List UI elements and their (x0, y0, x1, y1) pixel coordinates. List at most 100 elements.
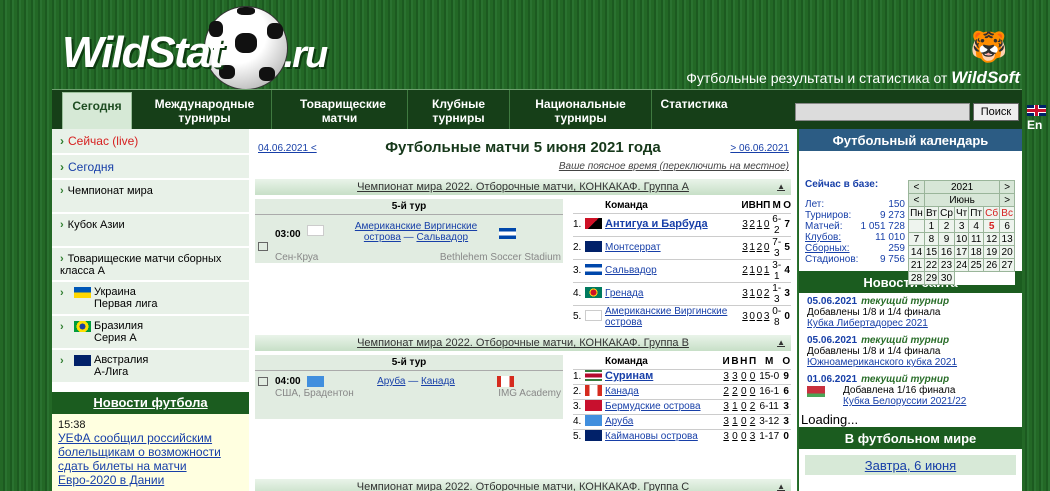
match-time: 04:00 (275, 376, 301, 387)
table-row[interactable]: 5. Каймановы острова 3 0 0 3 1-17 0 (573, 428, 791, 444)
collapse-icon[interactable]: ▲ (777, 479, 785, 491)
tomorrow-link[interactable]: Завтра, 6 июня (805, 455, 1016, 475)
tab-today[interactable]: Сегодня (62, 92, 132, 131)
tournament-header[interactable]: Чемпионат мира 2022. Отборочные матчи, К… (255, 335, 791, 351)
table-row[interactable]: 4. Гренада 3 1 0 2 1-3 3 (573, 281, 791, 305)
site-logo[interactable]: WildStat .ru (62, 28, 328, 78)
standings-table: Команда И В Н П М О 1. Антигуа и Барбуда 3 2 1 0 6-2… (573, 200, 791, 328)
right-sidebar: Футбольный календарь Сейчас в базе: Лет:… (799, 129, 1022, 491)
belarus-flag-icon (807, 386, 825, 397)
salvador-flag-icon (585, 263, 602, 275)
site-header: WildStat .ru 🐯 Футбольные результаты и ст… (0, 0, 1050, 92)
chevron-right-icon: › (60, 287, 64, 299)
tab-club[interactable]: Клубные турниры (408, 90, 510, 130)
prev-month-button[interactable]: < (908, 193, 925, 207)
language-switch[interactable]: En (1027, 104, 1049, 132)
site-news-item[interactable]: 05.06.2021 текущий турнир Добавлены 1/8 и… (799, 332, 1022, 371)
aruba-flag-icon (585, 414, 602, 426)
calendar-title: Футбольный календарь (799, 129, 1022, 151)
cayman-flag-icon (585, 429, 602, 441)
table-row[interactable]: 3. Бермудские острова 3 1 0 2 6-11 3 (573, 398, 791, 414)
salvador-flag-icon (499, 228, 516, 239)
usvi-flag-icon (585, 309, 602, 321)
sidebar-item-asian-cup[interactable]: › Кубок Азии (52, 214, 249, 248)
chevron-right-icon: › (60, 160, 64, 174)
tournament-header[interactable]: Чемпионат мира 2022. Отборочные матчи, К… (255, 179, 791, 195)
calendar-week[interactable]: 7 8 9 10 11 12 13 (908, 232, 1015, 246)
search-input[interactable] (795, 103, 970, 121)
tab-national[interactable]: Национальные турниры (510, 90, 652, 130)
search-button[interactable]: Поиск (973, 103, 1019, 121)
tab-statistics[interactable]: Статистика (652, 90, 736, 130)
collapse-icon[interactable]: ▲ (777, 335, 785, 351)
site-news-item[interactable]: 01.06.2021 текущий турнир Добавлена 1/16 … (799, 371, 1022, 410)
next-year-button[interactable]: > (999, 180, 1015, 194)
table-row[interactable]: 2. Монтсеррат 3 1 2 0 7-3 5 (573, 235, 791, 259)
match-teams[interactable]: Американские Виргинские острова — Сальва… (337, 221, 495, 243)
match-time: 03:00 (275, 229, 301, 240)
tab-international[interactable]: Международные турниры (138, 90, 272, 130)
collapse-icon[interactable]: ▲ (777, 179, 785, 195)
sidebar-item-brazil[interactable]: › Бразилия Серия A (52, 316, 249, 350)
football-news-title[interactable]: Новости футбола (52, 392, 249, 414)
table-row[interactable]: 1. Суринам 3 3 0 0 15-0 9 (573, 368, 791, 384)
next-date-link[interactable]: > 06.06.2021 (730, 143, 789, 154)
table-row[interactable]: 2. Канада 2 2 0 0 16-1 6 (573, 383, 791, 399)
montserrat-flag-icon (585, 240, 602, 252)
antigua-flag-icon (585, 217, 602, 229)
match-place: Сен-Круа (275, 252, 319, 263)
chevron-right-icon: › (60, 355, 64, 367)
site-news-item[interactable]: 05.06.2021 текущий турнир Добавлены 1/8 и… (799, 293, 1022, 332)
sidebar-item-ukraine[interactable]: › Украина Первая лига (52, 282, 249, 316)
aruba-flag-icon (307, 376, 324, 387)
match-teams[interactable]: Аруба — Канада (337, 376, 495, 387)
calendar-week[interactable]: 28 29 30 (908, 271, 1015, 285)
next-month-button[interactable]: > (999, 193, 1015, 207)
suriname-flag-icon (585, 369, 602, 381)
match-place: США, Брадентон (275, 388, 354, 399)
tournament-block: Чемпионат мира 2022. Отборочные матчи, К… (255, 179, 791, 329)
db-stats: Сейчас в базе: Лет: 150 Турниров: 9 273 Ма… (805, 179, 905, 265)
news-time: 15:38 (58, 419, 86, 431)
table-row[interactable]: 1. Антигуа и Барбуда 3 2 1 0 6-2 7 (573, 212, 791, 236)
sidebar-item-australia[interactable]: › Австралия A-Лига (52, 350, 249, 384)
loading-text: Loading... (801, 412, 859, 427)
match-stadium: Bethlehem Soccer Stadium (439, 252, 561, 263)
sidebar-item-world-cup[interactable]: › Чемпионат мира (52, 180, 249, 214)
chevron-right-icon: › (60, 253, 64, 265)
uk-flag-icon (1027, 105, 1046, 116)
tiger-logo-icon: 🐯 (970, 31, 1008, 64)
chevron-right-icon: › (60, 185, 64, 197)
bermuda-flag-icon (585, 399, 602, 411)
calendar-month: Июнь (923, 193, 1001, 207)
sidebar-item-today[interactable]: › Сегодня (52, 155, 249, 180)
sidebar-item-live[interactable]: › Сейчас (live) (52, 129, 249, 155)
tournament-block: Чемпионат мира 2022. Отборочные матчи, К… (255, 335, 791, 485)
site-tagline: Футбольные результаты и статистика от Wi… (686, 68, 1020, 87)
table-row[interactable]: 4. Аруба 3 1 0 2 3-12 3 (573, 413, 791, 429)
table-row[interactable]: 3. Сальвадор 2 1 0 1 3-1 4 (573, 258, 791, 282)
prev-year-button[interactable]: < (908, 180, 925, 194)
match-card: 5-й тур 03:00 Американские Виргинские ос… (255, 199, 563, 263)
sidebar-item-friendlies[interactable]: › Товарищеские матчи сборных класса A (52, 248, 249, 282)
match-card: 5-й тур 04:00 Аруба — Канада США, Браден… (255, 355, 563, 419)
chart-icon[interactable] (258, 242, 268, 251)
round-label: 5-й тур (391, 201, 427, 212)
tab-friendlies[interactable]: Товарищеские матчи (272, 90, 408, 130)
calendar-week[interactable]: 14 15 16 17 18 19 20 (908, 245, 1015, 259)
canada-flag-icon (497, 376, 514, 387)
australia-flag-icon (74, 355, 91, 366)
page-title: Футбольные матчи 5 июня 2021 года (385, 139, 661, 156)
timezone-link[interactable]: Ваше поясное время (переключить на местн… (559, 161, 789, 172)
news-link[interactable]: УЕФА сообщил российским болельщикам о во… (58, 431, 221, 487)
tournament-block: Чемпионат мира 2022. Отборочные матчи, К… (255, 479, 791, 491)
left-sidebar: › Сейчас (live) › Сегодня › Чемпионат мира … (52, 129, 249, 491)
chart-icon[interactable] (258, 377, 268, 386)
table-row[interactable]: 5. Американские Виргинские острова 3 0 0 3 0-8… (573, 304, 791, 328)
calendar-week[interactable]: 21 22 23 24 25 26 27 (908, 258, 1015, 272)
tournament-header[interactable]: Чемпионат мира 2022. Отборочные матчи, К… (255, 479, 791, 491)
calendar-week[interactable]: 123456 (908, 219, 1015, 233)
top-nav: Сегодня Международные турниры Товарищеск… (52, 89, 1046, 132)
canada-flag-icon (585, 384, 602, 396)
round-label: 5-й тур (391, 357, 427, 368)
